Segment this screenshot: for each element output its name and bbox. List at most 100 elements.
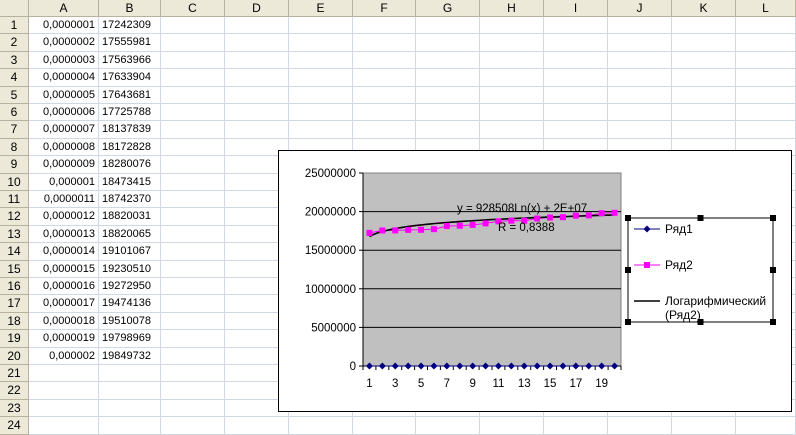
cell-b6[interactable]: 17725788 <box>99 104 161 122</box>
cell-h1[interactable] <box>480 17 544 35</box>
cell-e24[interactable] <box>289 417 353 435</box>
column-header-l[interactable]: L <box>736 0 796 17</box>
cell-b12[interactable]: 18820031 <box>99 208 161 226</box>
cell-c9[interactable] <box>161 156 225 174</box>
cell-e3[interactable] <box>289 51 353 70</box>
cell-e1[interactable] <box>289 17 353 35</box>
cell-c5[interactable] <box>161 86 225 104</box>
cell-l5[interactable] <box>736 86 796 104</box>
cell-c16[interactable] <box>161 278 225 296</box>
cell-l3[interactable] <box>736 51 796 70</box>
cell-g5[interactable] <box>416 86 480 104</box>
cell-f7[interactable] <box>353 121 416 139</box>
cell-f4[interactable] <box>353 69 416 87</box>
cell-k4[interactable] <box>672 69 736 87</box>
column-header-k[interactable]: K <box>672 0 736 17</box>
cell-c15[interactable] <box>161 260 225 278</box>
cell-h2[interactable] <box>480 34 544 52</box>
cell-e2[interactable] <box>289 34 353 52</box>
cell-b15[interactable]: 19230510 <box>99 260 161 278</box>
cell-b24[interactable] <box>99 417 161 435</box>
row-header-8[interactable]: 8 <box>0 138 29 157</box>
cell-b20[interactable]: 19849732 <box>99 347 161 365</box>
cell-i7[interactable] <box>544 121 608 139</box>
cell-k7[interactable] <box>672 121 736 139</box>
row-header-17[interactable]: 17 <box>0 295 29 313</box>
cell-a12[interactable]: 0,0000012 <box>29 208 99 226</box>
row-header-18[interactable]: 18 <box>0 312 29 331</box>
cell-c11[interactable] <box>161 191 225 209</box>
cell-c17[interactable] <box>161 295 225 313</box>
column-header-j[interactable]: J <box>608 0 672 17</box>
cell-b23[interactable] <box>99 399 161 418</box>
cell-a16[interactable]: 0,0000016 <box>29 278 99 296</box>
cell-k1[interactable] <box>672 17 736 35</box>
cell-f3[interactable] <box>353 51 416 70</box>
row-header-14[interactable]: 14 <box>0 243 29 261</box>
cell-d2[interactable] <box>225 34 289 52</box>
cell-i4[interactable] <box>544 69 608 87</box>
row-header-21[interactable]: 21 <box>0 365 29 383</box>
row-header-4[interactable]: 4 <box>0 69 29 87</box>
column-header-h[interactable]: H <box>480 0 544 17</box>
selection-handle[interactable] <box>625 267 631 273</box>
cell-j6[interactable] <box>608 104 672 122</box>
cell-d7[interactable] <box>225 121 289 139</box>
cell-c6[interactable] <box>161 104 225 122</box>
row-header-24[interactable]: 24 <box>0 417 29 435</box>
cell-j7[interactable] <box>608 121 672 139</box>
cell-f2[interactable] <box>353 34 416 52</box>
cell-k2[interactable] <box>672 34 736 52</box>
cell-i24[interactable] <box>544 417 608 435</box>
cell-b1[interactable]: 17242309 <box>99 17 161 35</box>
cell-g3[interactable] <box>416 51 480 70</box>
cell-c23[interactable] <box>161 399 225 418</box>
cell-c10[interactable] <box>161 173 225 191</box>
cell-c14[interactable] <box>161 243 225 261</box>
cell-a11[interactable]: 0,0000011 <box>29 191 99 209</box>
cell-b3[interactable]: 17563966 <box>99 51 161 70</box>
column-header-c[interactable]: C <box>161 0 225 17</box>
column-header-f[interactable]: F <box>353 0 416 17</box>
cell-b9[interactable]: 18280076 <box>99 156 161 174</box>
row-header-19[interactable]: 19 <box>0 330 29 348</box>
cell-b7[interactable]: 18137839 <box>99 121 161 139</box>
cell-e5[interactable] <box>289 86 353 104</box>
cell-a17[interactable]: 0,0000017 <box>29 295 99 313</box>
selection-handle[interactable] <box>697 215 704 221</box>
cell-i1[interactable] <box>544 17 608 35</box>
cell-k5[interactable] <box>672 86 736 104</box>
cell-c4[interactable] <box>161 69 225 87</box>
row-header-22[interactable]: 22 <box>0 382 29 400</box>
cell-j2[interactable] <box>608 34 672 52</box>
cell-a2[interactable]: 0,0000002 <box>29 34 99 52</box>
cell-j5[interactable] <box>608 86 672 104</box>
cell-c22[interactable] <box>161 382 225 400</box>
selection-handle[interactable] <box>770 319 776 325</box>
cell-c18[interactable] <box>161 312 225 331</box>
cell-c20[interactable] <box>161 347 225 365</box>
cell-b18[interactable]: 19510078 <box>99 312 161 331</box>
column-header-g[interactable]: G <box>416 0 480 17</box>
cell-c7[interactable] <box>161 121 225 139</box>
cell-b13[interactable]: 18820065 <box>99 225 161 244</box>
row-header-20[interactable]: 20 <box>0 347 29 365</box>
cell-a5[interactable]: 0,0000005 <box>29 86 99 104</box>
selection-handle[interactable] <box>770 215 776 221</box>
cell-b2[interactable]: 17555981 <box>99 34 161 52</box>
cell-i6[interactable] <box>544 104 608 122</box>
cell-a10[interactable]: 0,000001 <box>29 173 99 191</box>
cell-d1[interactable] <box>225 17 289 35</box>
row-header-15[interactable]: 15 <box>0 260 29 278</box>
cell-a13[interactable]: 0,0000013 <box>29 225 99 244</box>
cell-b8[interactable]: 18172828 <box>99 138 161 157</box>
row-header-7[interactable]: 7 <box>0 121 29 139</box>
cell-a23[interactable] <box>29 399 99 418</box>
cell-a7[interactable]: 0,0000007 <box>29 121 99 139</box>
cell-a15[interactable]: 0,0000015 <box>29 260 99 278</box>
cell-a6[interactable]: 0,0000006 <box>29 104 99 122</box>
column-header-d[interactable]: D <box>225 0 289 17</box>
cell-l4[interactable] <box>736 69 796 87</box>
row-header-3[interactable]: 3 <box>0 51 29 70</box>
cell-k24[interactable] <box>672 417 736 435</box>
